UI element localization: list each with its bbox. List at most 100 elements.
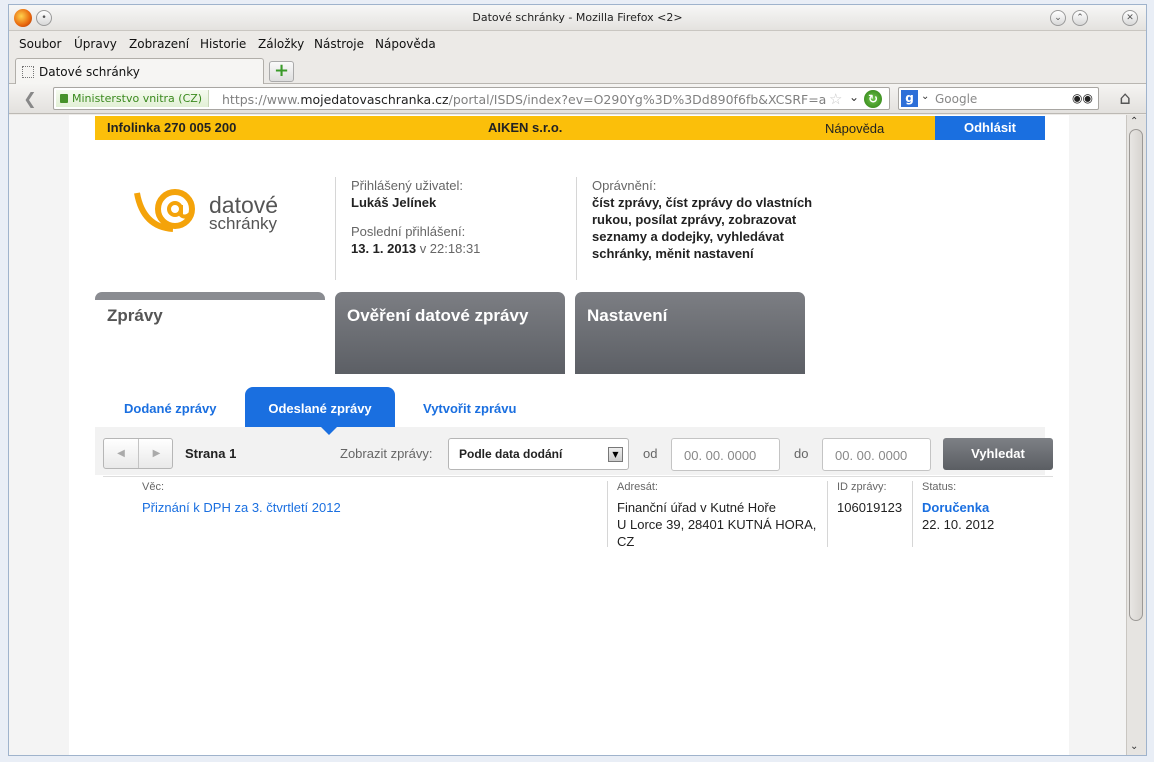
user-label: Přihlášený uživatel: [351,178,463,193]
message-id: 106019123 [837,500,903,515]
tab-zpravy[interactable]: Zprávy [95,292,325,374]
message-subject-link[interactable]: Přiznání k DPH za 3. čtvrtletí 2012 [142,499,341,516]
help-link[interactable]: Nápověda [825,121,884,136]
column-divider [912,481,913,547]
url-text[interactable]: https://www.mojedatovaschranka.cz/portal… [222,92,827,107]
browser-window: • Datové schránky - Mozilla Firefox <2> … [8,4,1147,756]
url-path: /portal/ISDS/index?ev=O290Yg%3D%3Dd890f6… [448,92,827,107]
status-link[interactable]: Doručenka [922,499,989,516]
new-tab-button[interactable]: + [269,61,294,82]
tab-label: Datové schránky [39,65,140,79]
scroll-down-icon[interactable]: ⌄ [1130,741,1138,752]
datove-schranky-logo[interactable]: datové schránky [133,187,293,243]
column-subject: Věc: [142,481,165,493]
close-button[interactable]: ✕ [1122,10,1138,26]
scroll-thumb[interactable] [1129,129,1143,621]
divider [576,177,577,280]
recipient-line3: CZ [617,534,635,549]
infoline: Infolinka 270 005 200 [107,120,237,135]
url-prefix: https://www. [222,92,301,107]
permissions-value: číst zprávy, číst zprávy do vlastních ru… [592,195,813,261]
logout-button[interactable]: Odhlásit [935,116,1045,140]
subtab-dodane[interactable]: Dodané zprávy [124,387,216,427]
maximize-button[interactable]: ⌃ [1072,10,1088,26]
window-title: Datové schránky - Mozilla Firefox <2> [472,11,683,24]
column-recipient: Adresát: [617,481,658,493]
minimize-button[interactable]: ⌄ [1050,10,1066,26]
binoculars-icon[interactable]: ◉◉ [1072,91,1093,105]
home-icon[interactable]: ⌂ [1114,88,1136,110]
sort-select[interactable]: Podle data dodání ▼ [448,438,629,470]
status-date: 22. 10. 2012 [922,517,995,532]
from-date-input[interactable]: 00. 00. 0000 [671,438,780,471]
url-bar[interactable]: Ministerstvo vnitra (CZ) https://www.moj… [53,87,890,110]
pager: ◀ ▶ [103,438,173,469]
column-id: ID zprávy: [837,481,887,493]
logo-line2: schránky [209,214,278,233]
back-button[interactable]: ❮ [17,88,43,110]
menu-zalozky[interactable]: Záložky [258,37,304,51]
navigation-bar: ❮ Ministerstvo vnitra (CZ) https://www.m… [9,84,1146,114]
divider [335,177,336,280]
to-date-input[interactable]: 00. 00. 0000 [822,438,931,471]
column-divider [607,481,608,547]
google-icon[interactable]: g [901,90,918,107]
recipient-line1: Finanční úřad v Kutné Hoře [617,500,776,515]
permissions-label: Oprávnění: [592,178,657,193]
tab-nastaveni[interactable]: Nastavení [575,292,805,374]
next-page-icon[interactable]: ▶ [139,439,174,468]
page-margin-left [9,115,69,755]
active-tab-caret [320,426,338,435]
sort-select-value: Podle data dodání [459,447,563,461]
page-viewport: Infolinka 270 005 200 AIKEN s.r.o. Nápov… [9,115,1126,755]
menu-napoveda[interactable]: Nápověda [375,37,436,51]
engine-dropdown-icon[interactable]: ⌄ [921,91,929,102]
page-margin-right [1069,115,1126,755]
vertical-scrollbar[interactable]: ⌃ ⌄ [1126,115,1146,755]
title-bar: • Datové schránky - Mozilla Firefox <2> … [9,5,1146,31]
column-divider [827,481,828,547]
browser-tab[interactable]: Datové schránky [15,58,264,84]
page-icon [22,66,34,78]
permissions: Oprávnění: číst zprávy, číst zprávy do v… [592,177,832,262]
subtab-odeslane[interactable]: Odeslané zprávy [245,387,395,427]
search-button[interactable]: Vyhledat [943,438,1053,470]
company-name: AIKEN s.r.o. [488,120,563,135]
prev-page-icon[interactable]: ◀ [104,439,139,468]
menu-nastroje[interactable]: Nástroje [314,37,364,51]
subtab-vytvorit[interactable]: Vytvořit zprávu [423,387,516,427]
tab-bar: Datové schránky + [9,56,1146,84]
reload-icon[interactable]: ↻ [864,90,882,108]
user-name: Lukáš Jelínek [351,194,436,211]
column-status: Status: [922,481,957,493]
show-label: Zobrazit zprávy: [340,446,433,461]
at-logo-icon [134,189,195,232]
search-box[interactable]: g ⌄ Google ◉◉ [898,87,1099,110]
bookmark-star-icon[interactable]: ☆ [829,90,842,108]
lock-icon [60,94,68,103]
top-strip: Infolinka 270 005 200 AIKEN s.r.o. Nápov… [95,116,1045,140]
last-login-value: 13. 1. 2013 v 22:18:31 [351,240,480,257]
page-label: Strana 1 [185,446,237,461]
menu-bar: Soubor Úpravy Zobrazení Historie Záložky… [9,32,1146,56]
history-dropdown-icon[interactable]: ⌄ [849,90,859,104]
from-label: od [643,446,658,461]
last-login-time: v 22:18:31 [419,241,481,256]
scroll-up-icon[interactable]: ⌃ [1130,116,1138,127]
user-name-value: Lukáš Jelínek [351,195,437,210]
last-login-date: 13. 1. 2013 [351,241,417,256]
tab-overeni[interactable]: Ověření datové zprávy [335,292,565,374]
chevron-down-icon[interactable]: ▼ [608,447,623,462]
menu-upravy[interactable]: Úpravy [74,37,117,51]
menu-historie[interactable]: Historie [200,37,246,51]
site-identity-label: Ministerstvo vnitra (CZ) [72,92,203,105]
site-identity[interactable]: Ministerstvo vnitra (CZ) [56,90,210,107]
search-input[interactable]: Google [935,92,977,106]
menu-soubor[interactable]: Soubor [19,37,61,51]
recipient-line2: U Lorce 39, 28401 KUTNÁ HORA, [617,517,817,532]
last-login-label: Poslední přihlášení: [351,224,466,239]
table-divider [103,476,1053,477]
to-label: do [794,446,809,461]
from-date-value: 00. 00. 0000 [684,448,757,463]
menu-zobrazeni[interactable]: Zobrazení [129,37,189,51]
